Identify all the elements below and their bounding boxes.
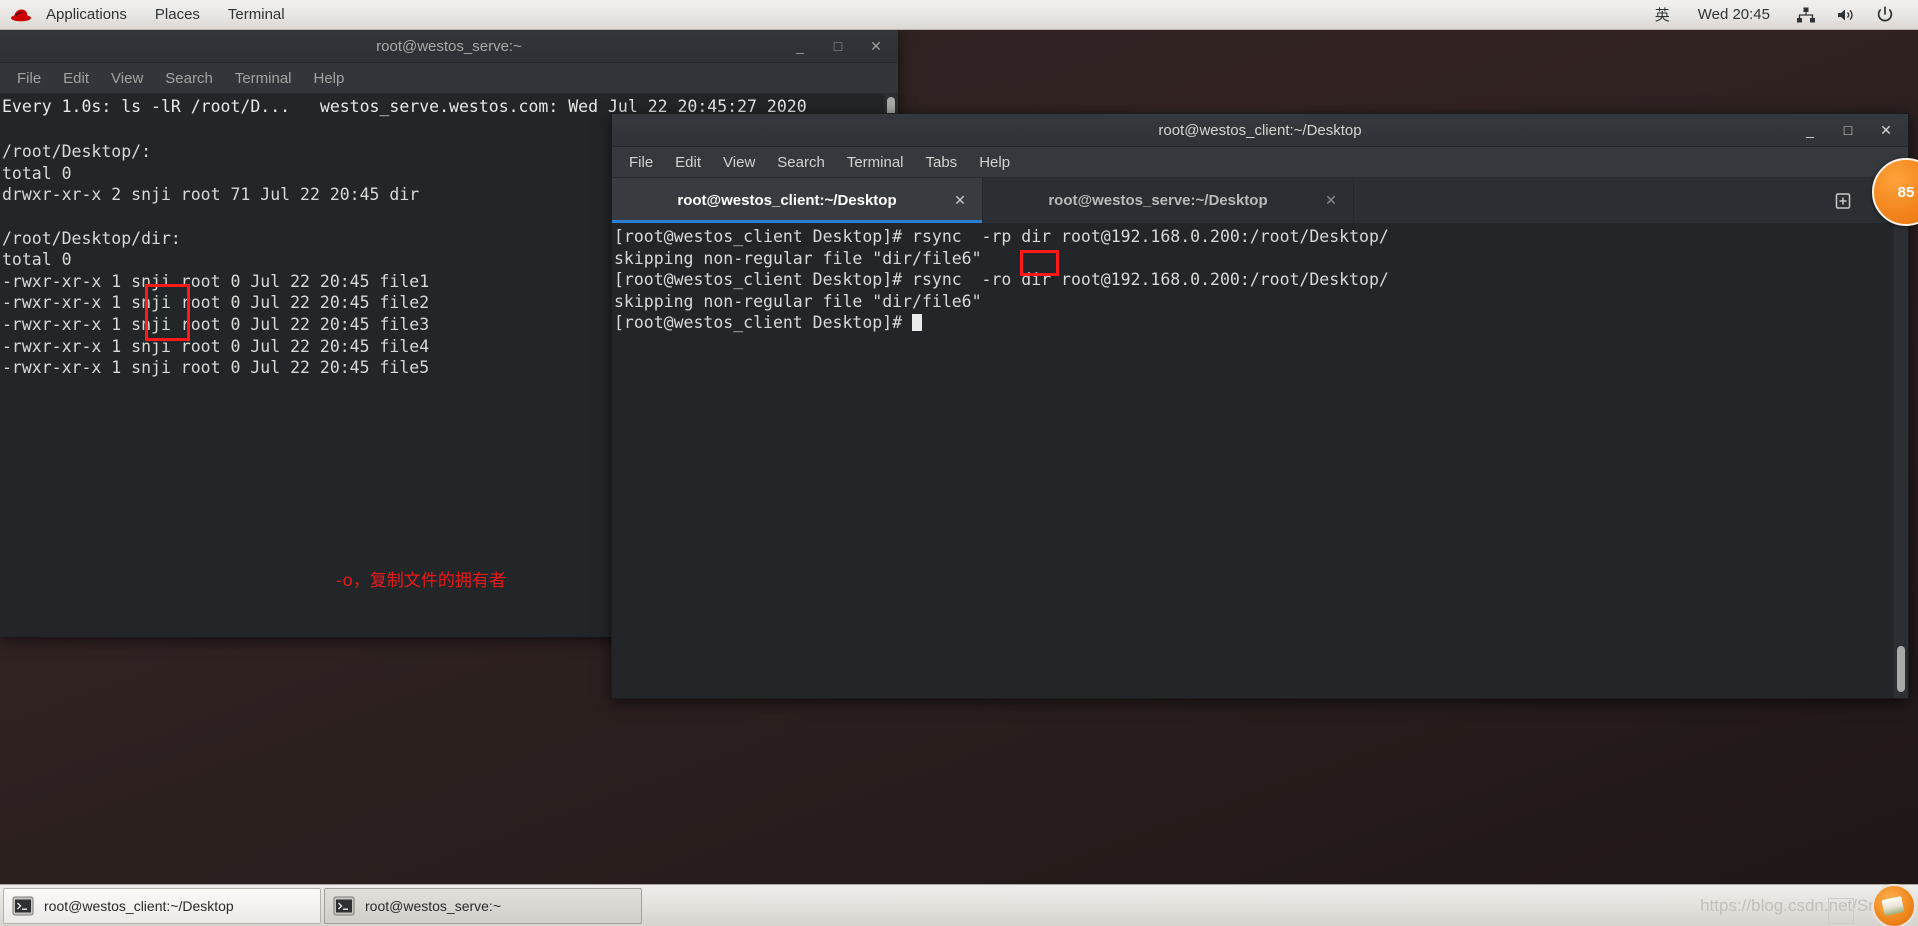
tab-westos-client[interactable]: root@westos_client:~/Desktop ✕ [612,178,983,223]
red-hat-logo [10,7,32,23]
menu-edit[interactable]: Edit [52,63,100,93]
terminal-cursor [912,314,923,332]
client-titlebar[interactable]: root@westos_client:~/Desktop _ □ ✕ [612,114,1908,147]
top-panel-right: 英 Wed 20:45 [1643,0,1918,29]
close-button[interactable]: ✕ [1878,122,1894,138]
taskbar-item-client[interactable]: root@westos_client:~/Desktop [3,887,321,924]
menu-edit[interactable]: Edit [664,147,712,177]
menu-search[interactable]: Search [154,63,224,93]
new-tab-icon[interactable] [1832,190,1854,212]
terminal-icon [333,895,355,917]
serve-menubar: File Edit View Search Terminal Help [0,63,898,94]
taskbar-item-label: root@westos_client:~/Desktop [44,897,234,914]
watermark-badge-icon [1828,897,1854,924]
client-scrollbar[interactable] [1893,224,1908,698]
desktop-screen: Applications Places Terminal 英 Wed 20:45 [0,0,1918,926]
serve-window-title: root@westos_serve:~ [376,37,522,55]
ime-indicator[interactable]: 英 [1643,0,1682,29]
top-panel-left: Applications Places Terminal [0,0,299,29]
menu-file[interactable]: File [6,63,52,93]
watermark: https://blog.csdn.net/Snji_G [1700,883,1916,926]
applications-menu[interactable]: Applications [32,0,141,29]
maximize-button[interactable]: □ [830,38,846,54]
client-menubar: File Edit View Search Terminal Tabs Help [612,147,1908,178]
taskbar-item-serve[interactable]: root@westos_serve:~ [324,887,642,924]
client-terminal-output: [root@westos_client Desktop]# rsync -rp … [614,227,1389,333]
minimize-button[interactable]: _ [1802,122,1818,138]
terminal-icon [12,895,34,917]
places-menu[interactable]: Places [141,0,214,29]
volume-icon[interactable] [1826,0,1866,29]
menu-terminal[interactable]: Terminal [836,147,915,177]
terminal-window-client[interactable]: root@westos_client:~/Desktop _ □ ✕ File … [611,113,1909,699]
maximize-button[interactable]: □ [1840,122,1856,138]
power-icon[interactable] [1866,0,1904,29]
close-icon[interactable]: ✕ [952,192,968,209]
client-scroll-thumb[interactable] [1897,646,1905,692]
close-button[interactable]: ✕ [868,38,884,54]
terminal-menu[interactable]: Terminal [214,0,299,29]
client-window-title: root@westos_client:~/Desktop [1158,121,1362,139]
top-panel: Applications Places Terminal 英 Wed 20:45 [0,0,1918,30]
annotation-note-owner: -o，复制文件的拥有者 [336,571,506,591]
menu-view[interactable]: View [712,147,766,177]
tab-label: root@westos_client:~/Desktop [677,192,897,209]
close-icon[interactable]: ✕ [1323,192,1339,209]
menu-tabs[interactable]: Tabs [915,147,969,177]
network-icon[interactable] [1786,0,1826,29]
menu-terminal[interactable]: Terminal [224,63,303,93]
client-tabbar: root@westos_client:~/Desktop ✕ root@west… [612,178,1908,224]
taskbar-item-label: root@westos_serve:~ [365,897,501,914]
serve-window-buttons: _ □ ✕ [792,38,898,54]
menu-file[interactable]: File [618,147,664,177]
menu-search[interactable]: Search [766,147,836,177]
menu-view[interactable]: View [100,63,154,93]
tab-label: root@westos_serve:~/Desktop [1048,192,1268,209]
client-terminal-body[interactable]: [root@westos_client Desktop]# rsync -rp … [612,224,1908,698]
client-window-buttons: _ □ ✕ [1802,122,1908,138]
tab-westos-serve[interactable]: root@westos_serve:~/Desktop ✕ [983,178,1354,223]
menu-help[interactable]: Help [968,147,1021,177]
serve-titlebar[interactable]: root@westos_serve:~ _ □ ✕ [0,30,898,63]
clock[interactable]: Wed 20:45 [1682,0,1786,29]
menu-help[interactable]: Help [303,63,356,93]
taskbar: root@westos_client:~/Desktop root@westos… [0,883,1918,926]
minimize-button[interactable]: _ [792,38,808,54]
csdn-logo-icon [1872,883,1916,926]
